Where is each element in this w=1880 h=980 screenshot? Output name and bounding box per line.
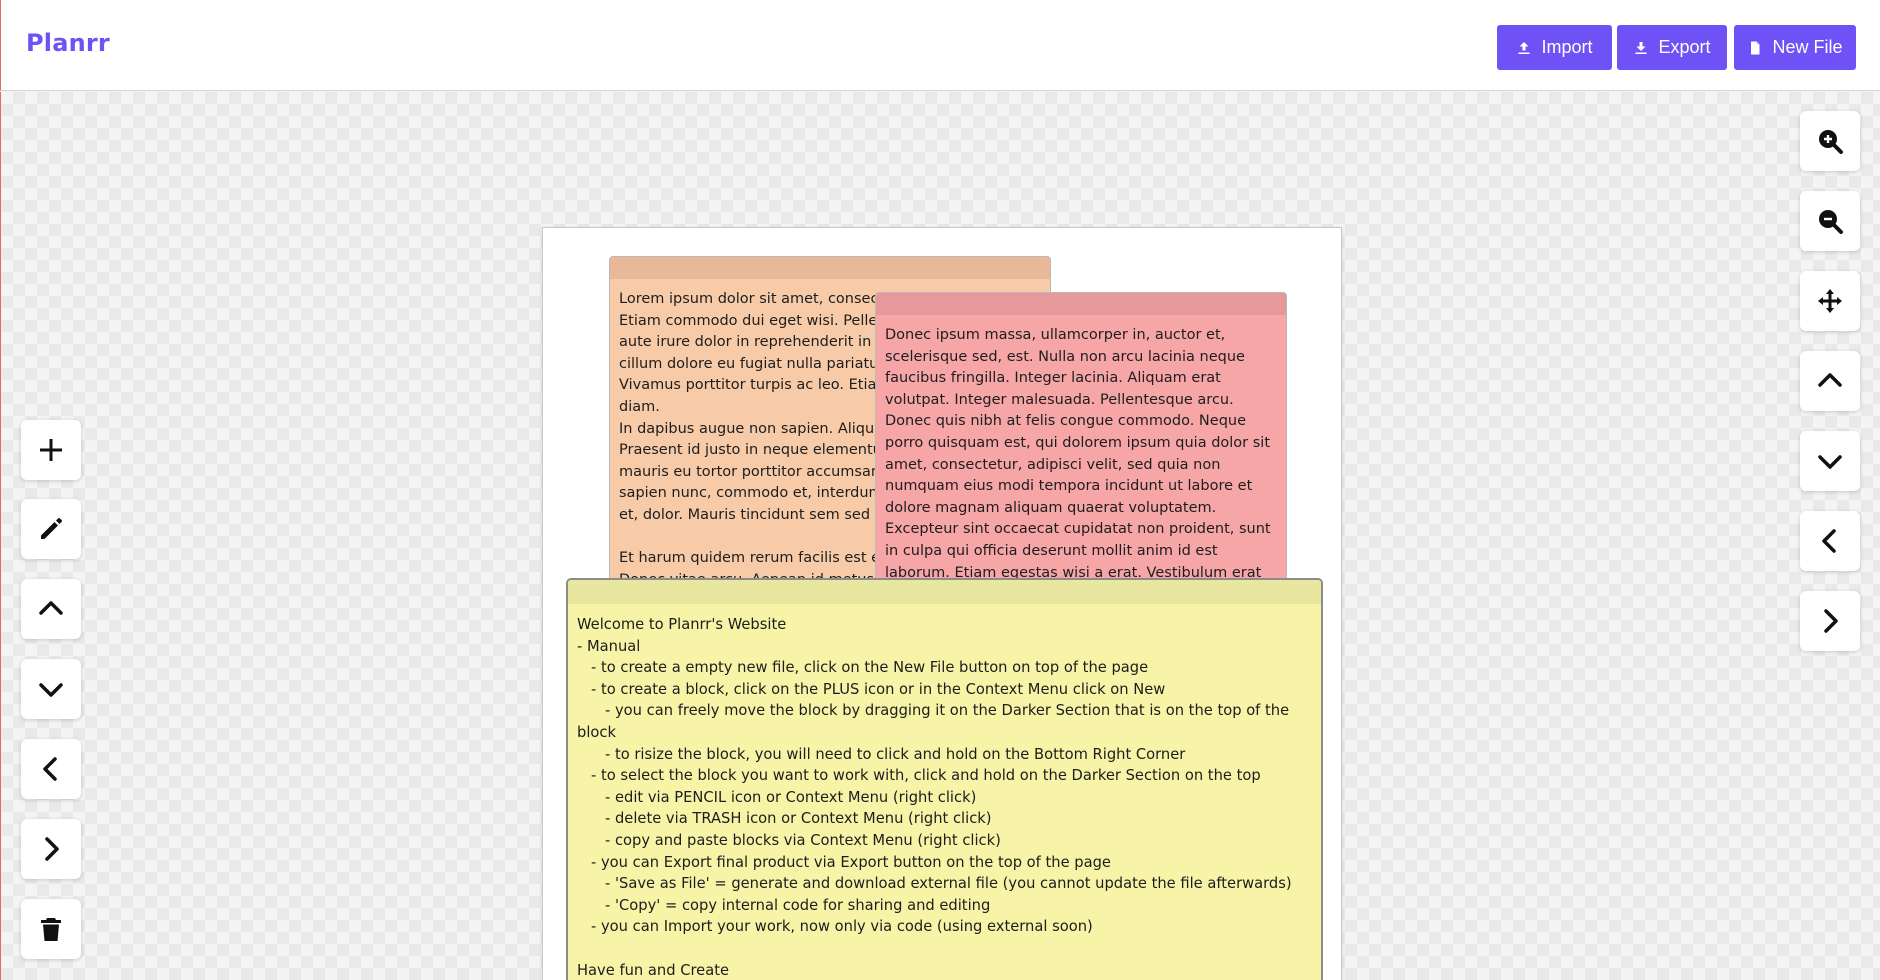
- zoom-out-icon: [1819, 210, 1843, 234]
- download-icon: [1635, 41, 1647, 54]
- note-drag-handle[interactable]: [610, 257, 1050, 279]
- new-file-button-label: New File: [1772, 37, 1843, 57]
- trash-icon: [41, 918, 61, 941]
- chevron-up-icon: [1818, 373, 1842, 387]
- delete-block-button[interactable]: [21, 899, 81, 959]
- move-left-button[interactable]: [21, 739, 81, 799]
- edit-block-button[interactable]: [21, 499, 81, 559]
- plus-icon: [40, 439, 62, 461]
- zoom-in-button[interactable]: [1800, 111, 1860, 171]
- move-right-button[interactable]: [21, 819, 81, 879]
- note-block-yellow[interactable]: Welcome to Planrr's Website - Manual - t…: [566, 578, 1323, 980]
- center-view-button[interactable]: [1800, 271, 1860, 331]
- new-file-button[interactable]: New File: [1734, 25, 1856, 70]
- import-button-label: Import: [1541, 37, 1593, 57]
- zoom-out-button[interactable]: [1800, 191, 1860, 251]
- chevron-left-icon: [43, 757, 57, 781]
- move-down-button[interactable]: [21, 659, 81, 719]
- zoom-in-icon: [1819, 130, 1843, 154]
- chevron-up-icon: [39, 601, 63, 615]
- note-drag-handle[interactable]: [876, 293, 1286, 315]
- chevron-down-icon: [1818, 455, 1842, 469]
- chevron-right-icon: [1824, 609, 1838, 633]
- workspace-canvas[interactable]: Lorem ipsum dolor sit amet, consectetur …: [0, 92, 1880, 980]
- note-drag-handle[interactable]: [568, 580, 1321, 604]
- move-up-button[interactable]: [21, 579, 81, 639]
- chevron-left-icon: [1822, 529, 1836, 553]
- add-block-button[interactable]: [21, 420, 81, 480]
- file-icon: [1751, 41, 1760, 54]
- upload-icon: [1518, 41, 1530, 54]
- pan-up-button[interactable]: [1800, 351, 1860, 411]
- pan-down-button[interactable]: [1800, 431, 1860, 491]
- pencil-icon: [41, 518, 62, 539]
- brand-logo[interactable]: Planrr: [26, 29, 110, 57]
- chevron-down-icon: [39, 683, 63, 697]
- pan-right-button[interactable]: [1800, 591, 1860, 651]
- top-bar: Planrr Import Export New File: [0, 0, 1880, 91]
- import-button[interactable]: Import: [1497, 25, 1612, 70]
- document-page[interactable]: Lorem ipsum dolor sit amet, consectetur …: [542, 227, 1342, 980]
- export-button-label: Export: [1658, 37, 1711, 57]
- move-icon: [1818, 289, 1842, 313]
- note-text: Welcome to Planrr's Website - Manual - t…: [577, 616, 1292, 979]
- pan-left-button[interactable]: [1800, 511, 1860, 571]
- export-button[interactable]: Export: [1617, 25, 1727, 70]
- chevron-right-icon: [45, 837, 59, 861]
